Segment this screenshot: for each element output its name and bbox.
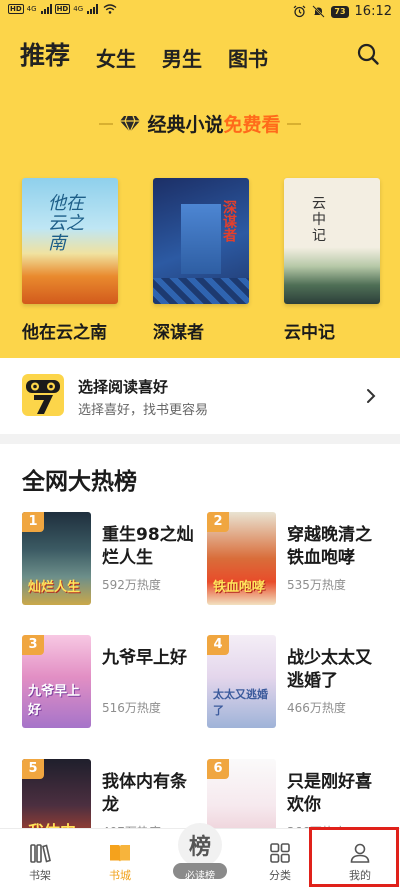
signal-icon [87, 4, 99, 14]
book-cover: 云中记 [284, 178, 380, 304]
cat-logo-icon [22, 374, 64, 416]
status-bar: HD 4G HD 4G 73 16:12 [0, 0, 400, 28]
book-name: 重生98之灿烂人生 [102, 525, 194, 568]
book-heat: 466万热度 [287, 701, 346, 715]
alarm-icon [293, 5, 306, 18]
cover-art [153, 278, 249, 304]
search-icon[interactable] [356, 42, 380, 66]
ranking-item[interactable]: 铁血咆哮 2 穿越晚清之铁血咆哮 535万热度 [207, 512, 387, 608]
book-cover: 深谋者 [153, 178, 249, 304]
ranking-item[interactable]: 太太又逃婚了 4 战少太太又逃婚了 466万热度 [207, 635, 387, 731]
book-cover: 太太又逃婚了 4 [207, 635, 276, 728]
cover-caption: 九爷早上好 [28, 684, 81, 718]
book-cover: 九爷早上好 3 [22, 635, 91, 728]
nav-must-read-ranking[interactable]: 榜 必读榜 [160, 823, 240, 888]
book-title: 云中记 [284, 323, 335, 343]
cover-title: 云中记 [312, 196, 326, 244]
ranking-title[interactable]: 全网大热榜 [22, 462, 137, 496]
net1-label: 4G [26, 5, 37, 13]
ranking-item[interactable]: 九爷早上好 3 九爷早上好 516万热度 [22, 635, 202, 731]
tab-female[interactable]: 女生 [96, 43, 136, 72]
hero-section: HD 4G HD 4G 73 16:12 推荐 女生 男生 图书 经典小说 免费看 [0, 0, 400, 358]
section-divider [0, 434, 400, 444]
reading-preference-card[interactable]: 选择阅读喜好 选择喜好，找书更容易 [0, 358, 400, 434]
status-left: HD 4G HD 4G [8, 4, 117, 14]
tab-books[interactable]: 图书 [228, 43, 268, 72]
cover-title: 他在云之南 [48, 193, 84, 254]
book-name: 我体内有条龙 [102, 772, 187, 815]
nav-label: 我的 [349, 869, 371, 882]
book-heat: 592万热度 [102, 578, 161, 592]
book-heat: 535万热度 [287, 578, 346, 592]
sim1-badge: HD [8, 4, 24, 14]
featured-books: 他在云之南 他在云之南 深谋者 深谋者 云中记 云中记 [22, 178, 380, 343]
book-name: 九爷早上好 [102, 648, 187, 668]
book-name: 战少太太又逃婚了 [287, 648, 372, 691]
nav-label: 必读榜 [185, 871, 215, 882]
cover-caption: 太太又逃婚了 [213, 688, 268, 717]
cover-art [181, 204, 221, 274]
nav-category[interactable]: 分类 [240, 829, 320, 888]
promo-text: 经典小说 [147, 114, 224, 136]
book-heat: 516万热度 [102, 701, 161, 715]
clock: 16:12 [354, 4, 392, 19]
chevron-right-icon [367, 389, 376, 403]
user-icon [350, 843, 370, 863]
book-title: 深谋者 [153, 323, 204, 343]
ranking-badge-icon: 榜 [178, 823, 222, 867]
ranking-item[interactable]: 灿烂人生 1 重生98之灿烂人生 592万热度 [22, 512, 202, 608]
rank-badge: 2 [207, 512, 229, 532]
nav-bookshelf[interactable]: 书架 [0, 829, 80, 888]
nav-bookstore[interactable]: 书城 [80, 829, 160, 888]
rank-badge: 6 [207, 759, 229, 779]
promo-dash-left [99, 122, 114, 125]
nav-mine[interactable]: 我的 [320, 829, 400, 888]
nav-label: 分类 [269, 869, 291, 882]
book-cover: 灿烂人生 1 [22, 512, 91, 605]
signal-icon [40, 4, 52, 14]
promo-dash-right [286, 122, 301, 125]
wifi-icon [103, 4, 117, 14]
featured-book-card[interactable]: 深谋者 深谋者 [153, 178, 249, 343]
book-cover: 他在云之南 [22, 178, 118, 304]
rank-badge: 3 [22, 635, 44, 655]
promo-highlight: 免费看 [223, 114, 281, 136]
rank-badge: 4 [207, 635, 229, 655]
status-right: 73 16:12 [293, 4, 392, 19]
nav-label: 书城 [109, 869, 131, 882]
bottom-nav: 书架 书城 榜 必读榜 分类 我的 [0, 823, 400, 888]
top-tab-bar: 推荐 女生 男生 图书 [20, 36, 268, 72]
featured-book-card[interactable]: 他在云之南 他在云之南 [22, 178, 118, 343]
diamond-icon [120, 115, 141, 133]
book-open-icon [110, 845, 130, 862]
preference-title: 选择阅读喜好 [78, 378, 169, 396]
net2-label: 4G [73, 5, 84, 13]
grid-icon [270, 843, 290, 863]
book-name: 穿越晚清之铁血咆哮 [287, 525, 372, 568]
cover-caption: 灿烂人生 [28, 580, 81, 595]
cover-title: 深谋者 [221, 200, 237, 242]
promo-banner[interactable]: 经典小说 免费看 [0, 110, 400, 137]
preference-subtitle: 选择喜好，找书更容易 [78, 403, 209, 418]
rank-badge: 1 [22, 512, 44, 532]
tab-recommend[interactable]: 推荐 [20, 36, 70, 72]
book-name: 只是刚好喜欢你 [287, 772, 372, 815]
cover-caption: 铁血咆哮 [213, 580, 266, 595]
battery-indicator: 73 [331, 5, 349, 18]
bookshelf-icon [30, 844, 51, 863]
book-cover: 铁血咆哮 2 [207, 512, 276, 605]
mute-icon [312, 5, 326, 18]
featured-book-card[interactable]: 云中记 云中记 [284, 178, 380, 343]
rank-badge: 5 [22, 759, 44, 779]
sim2-badge: HD [54, 4, 71, 14]
tab-male[interactable]: 男生 [162, 43, 202, 72]
book-title: 他在云之南 [22, 323, 107, 343]
nav-label: 书架 [29, 869, 51, 882]
